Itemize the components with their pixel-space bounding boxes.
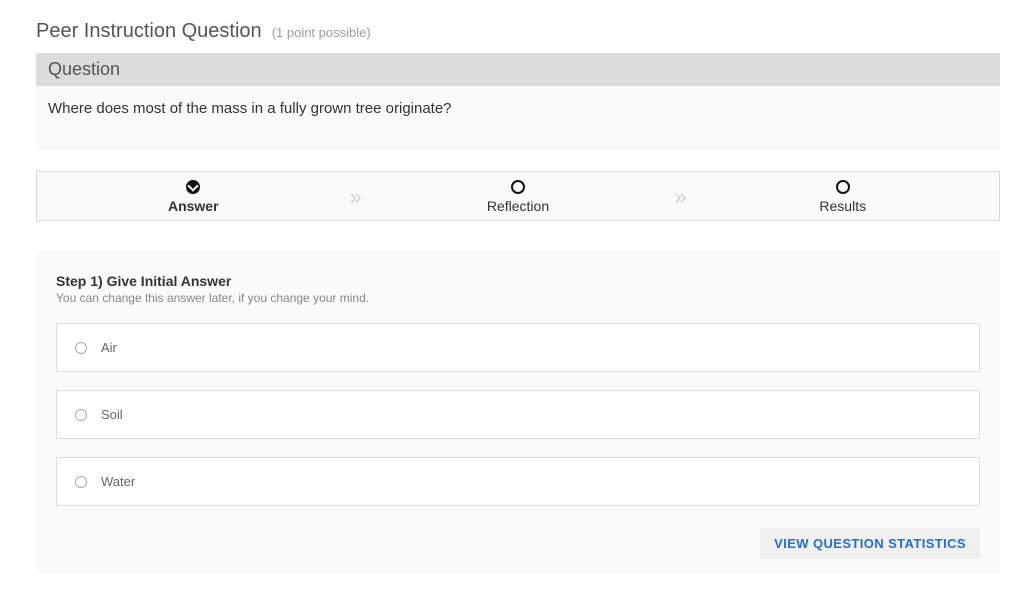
- circle-icon: [511, 180, 525, 194]
- radio-icon: [75, 476, 87, 488]
- chevron-right-icon: »: [350, 186, 362, 208]
- view-question-statistics-link[interactable]: VIEW QUESTION STATISTICS: [760, 528, 980, 559]
- chevron-right-icon: »: [674, 186, 686, 208]
- option-label: Soil: [101, 407, 123, 422]
- option-water[interactable]: Water: [56, 457, 980, 506]
- step-answer[interactable]: Answer: [37, 180, 350, 214]
- page-title: Peer Instruction Question: [36, 20, 262, 43]
- footer-row: VIEW QUESTION STATISTICS: [56, 528, 980, 559]
- option-air[interactable]: Air: [56, 323, 980, 372]
- step-results[interactable]: Results: [687, 180, 1000, 214]
- radio-icon: [75, 342, 87, 354]
- circle-icon: [836, 180, 850, 194]
- step-subtitle: You can change this answer later, if you…: [56, 291, 980, 305]
- points-possible: (1 point possible): [272, 25, 371, 40]
- step-answer-label: Answer: [168, 198, 219, 214]
- option-label: Water: [101, 474, 135, 489]
- step-title: Step 1) Give Initial Answer: [56, 273, 980, 289]
- step-reflection[interactable]: Reflection: [362, 180, 675, 214]
- answer-panel: Step 1) Give Initial Answer You can chan…: [36, 251, 1000, 573]
- question-text: Where does most of the mass in a fully g…: [36, 86, 1000, 151]
- page-title-row: Peer Instruction Question (1 point possi…: [36, 20, 1000, 43]
- steps-bar: Answer » Reflection » Results: [36, 171, 1000, 221]
- option-soil[interactable]: Soil: [56, 390, 980, 439]
- radio-icon: [75, 409, 87, 421]
- step-reflection-label: Reflection: [487, 198, 549, 214]
- question-section-header: Question: [36, 53, 1000, 86]
- option-label: Air: [101, 340, 117, 355]
- circle-down-icon: [186, 180, 200, 194]
- step-results-label: Results: [819, 198, 866, 214]
